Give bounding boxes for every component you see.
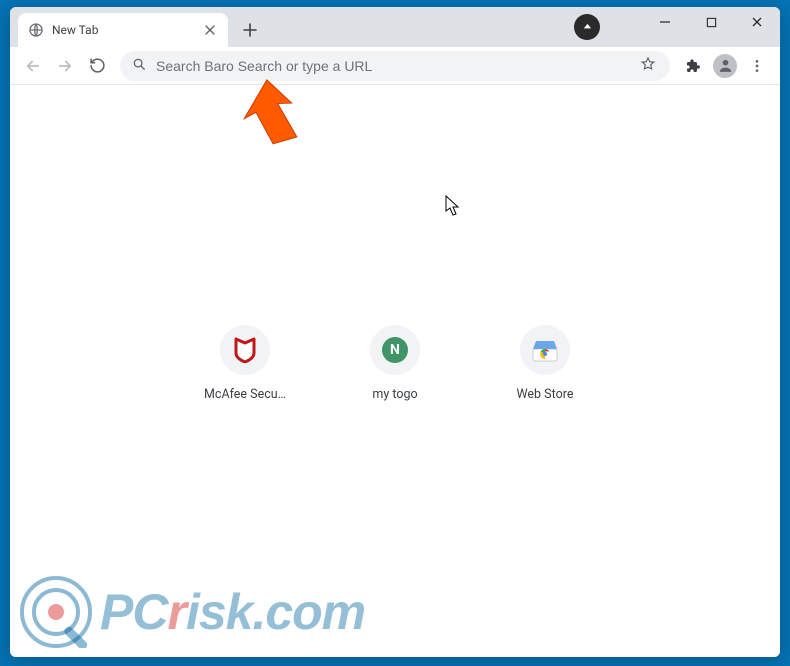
new-tab-page: McAfee Secu… N my togo [10,85,780,657]
search-icon [132,56,146,75]
address-input[interactable] [156,58,628,74]
tab-search-button[interactable] [574,14,600,40]
profile-button[interactable] [710,51,740,81]
tab-strip-bar: New Tab [10,7,780,47]
browser-window: New Tab [10,7,780,657]
toolbar [10,47,780,85]
n-badge-icon: N [370,325,420,375]
avatar-icon [713,54,737,78]
shortcut-mcafee[interactable]: McAfee Secu… [200,325,290,402]
tab-title: New Tab [52,23,194,37]
shortcuts-row: McAfee Secu… N my togo [200,325,590,402]
window-controls [642,7,780,37]
omnibox[interactable] [120,51,670,81]
globe-icon [28,22,44,38]
shortcut-my-togo[interactable]: N my togo [350,325,440,402]
reload-button[interactable] [82,51,112,81]
webstore-icon [520,325,570,375]
mcafee-icon [220,325,270,375]
maximize-button[interactable] [688,7,734,37]
window-close-button[interactable] [734,7,780,37]
forward-button[interactable] [50,51,80,81]
shortcut-label: McAfee Secu… [204,387,286,402]
tab-strip: New Tab [10,7,264,47]
shortcut-label: my togo [372,387,417,402]
shortcut-web-store[interactable]: Web Store [500,325,590,402]
close-icon[interactable] [202,22,218,38]
minimize-button[interactable] [642,7,688,37]
extensions-button[interactable] [678,51,708,81]
back-button[interactable] [18,51,48,81]
bookmark-star-icon[interactable] [638,56,658,76]
shortcut-label: Web Store [517,387,574,402]
tab-new-tab[interactable]: New Tab [18,13,228,47]
menu-button[interactable] [742,51,772,81]
new-tab-button[interactable] [236,16,264,44]
